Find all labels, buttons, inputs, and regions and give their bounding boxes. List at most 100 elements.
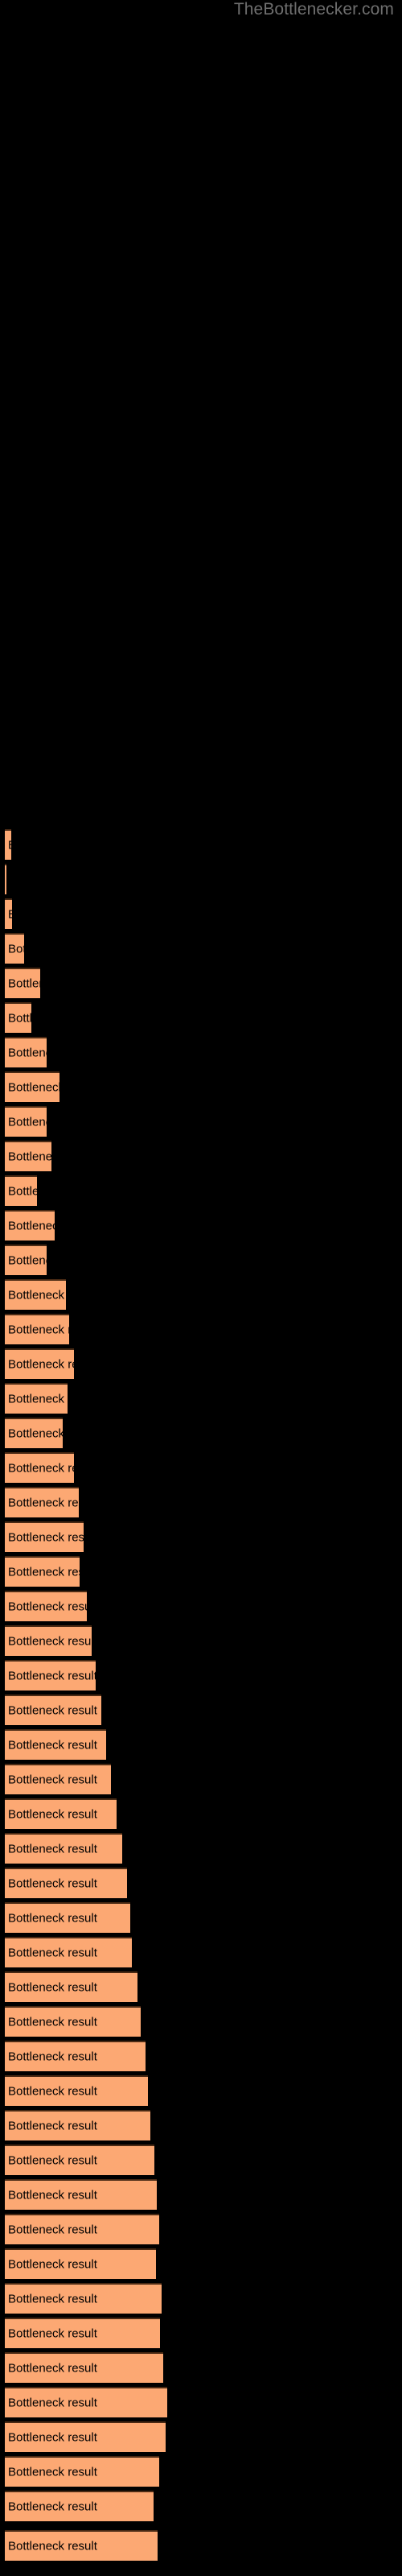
bar[interactable]: Bottleneck result: [5, 1625, 92, 1656]
bar-row: Bottleneck result: [0, 1037, 402, 1067]
bar[interactable]: Bottleneck result: [5, 1764, 111, 1794]
bar-label: Bottleneck result: [8, 1392, 68, 1406]
bar[interactable]: Bottleneck result: [5, 1002, 31, 1033]
bar[interactable]: Bottleneck result: [5, 1418, 63, 1448]
bar[interactable]: Bottleneck result: [5, 1521, 84, 1552]
bar-label: Bottleneck result: [8, 1980, 97, 1995]
bar[interactable]: Bottleneck result: [5, 1037, 47, 1067]
bar[interactable]: Bottleneck result: [5, 2318, 160, 2348]
bar-row: Bottleneck result: [0, 1452, 402, 1483]
bar-row: Bottleneck result: [0, 1764, 402, 1794]
bar-label: Bottleneck result: [8, 2015, 97, 2029]
bar[interactable]: Bottleneck result: [5, 1833, 122, 1864]
bar[interactable]: Bottleneck result: [5, 2248, 156, 2279]
bar[interactable]: Bottleneck result: [5, 1348, 74, 1379]
bar[interactable]: Bottleneck result: [5, 1383, 68, 1414]
bar[interactable]: Bottleneck result: [5, 2456, 159, 2487]
bar[interactable]: Bottleneck result: [5, 2110, 150, 2140]
bar-label: Bottleneck result: [8, 2500, 97, 2514]
bar-row: Bottleneck result: [0, 1418, 402, 1448]
bar-row: Bottleneck result: [0, 1141, 402, 1171]
bar[interactable]: Bottleneck result: [5, 1245, 47, 1275]
bar[interactable]: Bottleneck result: [5, 2421, 166, 2452]
bar-label: Bottleneck result: [8, 976, 40, 991]
bar-label: Bottleneck result: [8, 1911, 97, 1926]
bar[interactable]: Bottleneck result: [5, 1210, 55, 1241]
bar-label: Bottleneck result: [8, 1184, 37, 1199]
bar[interactable]: Bottleneck result: [5, 1868, 127, 1898]
bar-row: Bottleneck result: [0, 2041, 402, 2071]
bar-label: Bottleneck result: [8, 839, 11, 852]
bar-label: Bottleneck result: [8, 2539, 97, 2553]
bar[interactable]: Bottleneck result: [5, 1937, 132, 1967]
bar-label: Bottleneck result: [8, 1703, 97, 1718]
bar[interactable]: Bottleneck result: [5, 2075, 148, 2106]
bar[interactable]: Bottleneck result: [5, 829, 11, 860]
bar[interactable]: Bottleneck result: [5, 1660, 96, 1690]
bar-label: Bottleneck result: [8, 2465, 97, 2479]
bar[interactable]: Bottleneck result: [5, 2145, 154, 2175]
bar-row: Bottleneck result: [0, 2006, 402, 2037]
bar-row: Bottleneck result: [0, 2145, 402, 2175]
bar-row: Bottleneck result: [0, 1348, 402, 1379]
bar-row: Bottleneck result: [0, 2075, 402, 2106]
bar[interactable]: Bottleneck result: [5, 2214, 159, 2244]
bar-label: Bottleneck result: [8, 1738, 97, 1752]
bar[interactable]: Bottleneck result: [5, 1695, 101, 1725]
bar[interactable]: Bottleneck result: [5, 1591, 87, 1621]
bar[interactable]: Bottleneck result: [5, 898, 12, 929]
bar[interactable]: Bottleneck result: [5, 864, 6, 894]
bar[interactable]: Bottleneck result: [5, 1729, 106, 1760]
bar[interactable]: Bottleneck result: [5, 2041, 146, 2071]
bar-label: Bottleneck result: [8, 908, 12, 922]
bar[interactable]: Bottleneck result: [5, 2352, 163, 2383]
bar[interactable]: Bottleneck result: [5, 2179, 157, 2210]
bar-label: Bottleneck result: [8, 1011, 31, 1026]
bar-row: Bottleneck result: [0, 2491, 402, 2521]
bar[interactable]: Bottleneck result: [5, 2491, 154, 2521]
bar-row: Bottleneck result: [0, 2248, 402, 2279]
bar[interactable]: Bottleneck result: [5, 968, 40, 998]
bar-row: Bottleneck result: [0, 1210, 402, 1241]
bar[interactable]: Bottleneck result: [5, 2387, 167, 2417]
bar-row: Bottleneck result: [0, 1002, 402, 1033]
bar[interactable]: Bottleneck result: [5, 1106, 47, 1137]
bar-row: Bottleneck result: [0, 2387, 402, 2417]
bar-row: Bottleneck result: [0, 2179, 402, 2210]
bar-label: Bottleneck result: [8, 1530, 84, 1545]
bar[interactable]: Bottleneck result: [5, 1141, 51, 1171]
bar[interactable]: Bottleneck result: [5, 933, 24, 964]
bar-label: Bottleneck result: [8, 1669, 96, 1683]
bar[interactable]: Bottleneck result: [5, 1314, 69, 1344]
bar[interactable]: Bottleneck result: [5, 1798, 117, 1829]
bar-row: Bottleneck result: [0, 829, 402, 860]
bar-row: Bottleneck result: [0, 1279, 402, 1310]
bar-label: Bottleneck result: [8, 1946, 97, 1960]
bar-label: Bottleneck result: [8, 1461, 74, 1476]
bar-label: Bottleneck result: [8, 1115, 47, 1129]
bar-label: Bottleneck result: [8, 942, 24, 956]
bar[interactable]: Bottleneck result: [5, 1279, 66, 1310]
bar[interactable]: Bottleneck result: [5, 2006, 141, 2037]
bar-label: Bottleneck result: [8, 2292, 97, 2306]
bar-row: Bottleneck result: [0, 1729, 402, 1760]
bar-label: Bottleneck result: [8, 2361, 97, 2376]
bar[interactable]: Bottleneck result: [5, 1175, 37, 1206]
bar[interactable]: Bottleneck result: [5, 1556, 80, 1587]
bar-label: Bottleneck result: [8, 2430, 97, 2445]
bar[interactable]: Bottleneck result: [5, 1971, 137, 2002]
bar[interactable]: Bottleneck result: [5, 2530, 158, 2561]
bar-row: Bottleneck result: [0, 1071, 402, 1102]
bar[interactable]: Bottleneck result: [5, 1902, 130, 1933]
chart-page: TheBottlenecker.com Bottleneck resultBot…: [0, 0, 402, 2576]
bar-label: Bottleneck result: [8, 1080, 59, 1095]
horizontal-bar-chart: Bottleneck result Bottleneck result Bottle…: [0, 0, 402, 2576]
bar[interactable]: Bottleneck result: [5, 2283, 162, 2314]
bar[interactable]: Bottleneck result: [5, 1452, 74, 1483]
bar[interactable]: Bottleneck result: [5, 1071, 59, 1102]
bar-row: Bottleneck result: [0, 2456, 402, 2487]
bar-row: Bottleneck result: [0, 1798, 402, 1829]
bar-label: Bottleneck result: [8, 2326, 97, 2341]
bar[interactable]: Bottleneck result: [5, 1487, 79, 1517]
bar-row: Bottleneck result: [0, 2421, 402, 2452]
